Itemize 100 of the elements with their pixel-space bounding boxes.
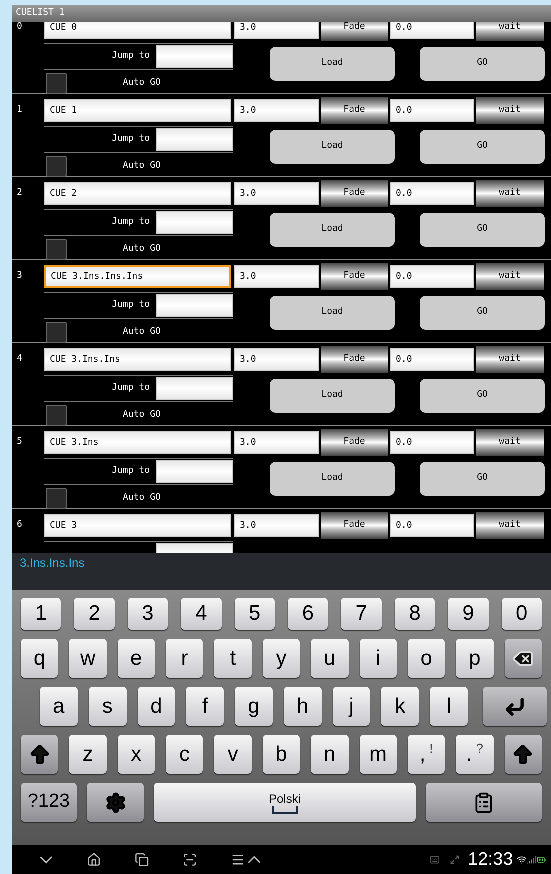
go-button[interactable]: GO	[420, 130, 545, 164]
keyboard-key[interactable]: , !	[408, 735, 446, 774]
auto-go-checkbox[interactable]	[46, 73, 67, 94]
load-button[interactable]: Load	[270, 462, 395, 496]
cue-name-field[interactable]: CUE 1	[44, 99, 231, 122]
fade-time-field[interactable]: 3.0	[234, 514, 319, 537]
wait-button[interactable]: wait	[476, 97, 544, 124]
wait-button[interactable]: wait	[476, 263, 544, 290]
fade-button[interactable]: Fade	[321, 263, 388, 290]
keyboard-key[interactable]: 9	[448, 598, 489, 630]
fade-time-field[interactable]: 3.0	[234, 265, 319, 288]
fade-time-field[interactable]: 3.0	[234, 22, 319, 39]
keyboard-key[interactable]: 7	[341, 598, 382, 630]
cue-name-field[interactable]: CUE 3.Ins.Ins	[44, 348, 231, 371]
wait-button[interactable]: wait	[476, 180, 544, 207]
go-button[interactable]: GO	[420, 213, 545, 247]
keyboard-key[interactable]: z	[69, 735, 107, 774]
wait-time-field[interactable]: 0.0	[390, 22, 474, 39]
keyboard-key[interactable]: d	[138, 687, 176, 726]
settings-key[interactable]	[87, 783, 144, 822]
fade-button[interactable]: Fade	[321, 22, 388, 41]
fade-time-field[interactable]: 3.0	[234, 348, 319, 371]
keyboard-key[interactable]: v	[214, 735, 252, 774]
clipboard-key[interactable]	[426, 783, 542, 822]
auto-go-checkbox[interactable]	[46, 322, 67, 343]
fade-button[interactable]: Fade	[321, 429, 388, 456]
auto-go-checkbox[interactable]	[46, 239, 67, 260]
wait-time-field[interactable]: 0.0	[390, 99, 474, 122]
keyboard-key[interactable]: o	[408, 639, 446, 678]
wait-time-field[interactable]: 0.0	[390, 431, 474, 454]
wait-time-field[interactable]: 0.0	[390, 348, 474, 371]
fade-time-field[interactable]: 3.0	[234, 182, 319, 205]
keyboard-key[interactable]: u	[311, 639, 349, 678]
fade-time-field[interactable]: 3.0	[234, 99, 319, 122]
keyboard-key[interactable]: x	[118, 735, 156, 774]
keyboard-key[interactable]: w	[69, 639, 107, 678]
cue-name-field[interactable]: CUE 3	[44, 514, 231, 537]
keyboard-key[interactable]: a	[40, 687, 78, 726]
keyboard-key[interactable]: n	[311, 735, 349, 774]
keyboard-key[interactable]: f	[186, 687, 224, 726]
wait-time-field[interactable]: 0.0	[390, 182, 474, 205]
fade-button[interactable]: Fade	[321, 97, 388, 124]
jump-to-field[interactable]	[156, 128, 233, 151]
fade-button[interactable]: Fade	[321, 180, 388, 207]
fade-button[interactable]: Fade	[321, 512, 388, 539]
keyboard-key[interactable]: 2	[74, 598, 115, 630]
jump-to-field[interactable]	[156, 460, 233, 483]
keyboard-key[interactable]: s	[88, 687, 127, 726]
keyboard-key[interactable]: b	[262, 735, 300, 774]
keyboard-key[interactable]: t	[214, 639, 252, 678]
keyboard-key[interactable]: m	[360, 735, 397, 774]
auto-go-checkbox[interactable]	[46, 156, 67, 177]
keyboard-key[interactable]: e	[118, 639, 156, 678]
jump-to-field[interactable]	[156, 294, 233, 317]
go-button[interactable]: GO	[420, 296, 545, 330]
keyboard-key[interactable]: i	[360, 639, 397, 678]
jump-to-field[interactable]	[156, 211, 233, 234]
keyboard-key[interactable]: h	[284, 687, 322, 726]
keyboard-key[interactable]: p	[456, 639, 494, 678]
keyboard-key[interactable]: c	[166, 735, 204, 774]
jump-to-field[interactable]	[156, 45, 233, 68]
keyboard-key[interactable]: q	[21, 639, 58, 678]
wait-button[interactable]: wait	[476, 22, 544, 41]
go-button[interactable]: GO	[420, 462, 545, 496]
keyboard-key[interactable]: l	[430, 687, 468, 726]
cue-name-field[interactable]: CUE 0	[44, 22, 231, 39]
keyboard-key[interactable]: r	[166, 639, 204, 678]
keyboard-key[interactable]: 3	[128, 598, 168, 630]
fade-time-field[interactable]: 3.0	[234, 431, 319, 454]
cue-name-field[interactable]: CUE 2	[44, 182, 231, 205]
load-button[interactable]: Load	[270, 213, 395, 247]
wait-time-field[interactable]: 0.0	[390, 265, 474, 288]
backspace-key[interactable]	[504, 639, 542, 678]
keyboard-key[interactable]: 6	[288, 598, 328, 630]
keyboard-key[interactable]: . ?	[456, 735, 494, 774]
keyboard-key[interactable]: 0	[502, 598, 542, 630]
auto-go-checkbox[interactable]	[46, 488, 67, 509]
keyboard-key[interactable]: 4	[181, 598, 222, 630]
auto-go-checkbox[interactable]	[46, 405, 67, 426]
keyboard-key[interactable]: 1	[21, 598, 62, 630]
keyboard-key[interactable]: g	[235, 687, 273, 726]
enter-key[interactable]	[483, 687, 548, 726]
wait-button[interactable]: wait	[476, 512, 544, 539]
shift-key[interactable]	[21, 735, 58, 774]
load-button[interactable]: Load	[270, 130, 395, 164]
go-button[interactable]: GO	[420, 379, 545, 413]
suggestion-text[interactable]: 3.Ins.Ins.Ins	[20, 554, 85, 572]
jump-to-field[interactable]	[156, 377, 233, 400]
load-button[interactable]: Load	[270, 47, 395, 81]
symbols-key[interactable]: ?123	[21, 783, 77, 822]
keyboard-key[interactable]: 5	[234, 598, 276, 630]
wait-time-field[interactable]: 0.0	[390, 514, 474, 537]
fade-button[interactable]: Fade	[321, 346, 388, 373]
keyboard-key[interactable]: 8	[394, 598, 436, 630]
keyboard-key[interactable]: y	[262, 639, 300, 678]
load-button[interactable]: Load	[270, 296, 395, 330]
keyboard-key[interactable]: k	[381, 687, 420, 726]
wait-button[interactable]: wait	[476, 346, 544, 373]
go-button[interactable]: GO	[420, 47, 545, 81]
load-button[interactable]: Load	[270, 379, 395, 413]
